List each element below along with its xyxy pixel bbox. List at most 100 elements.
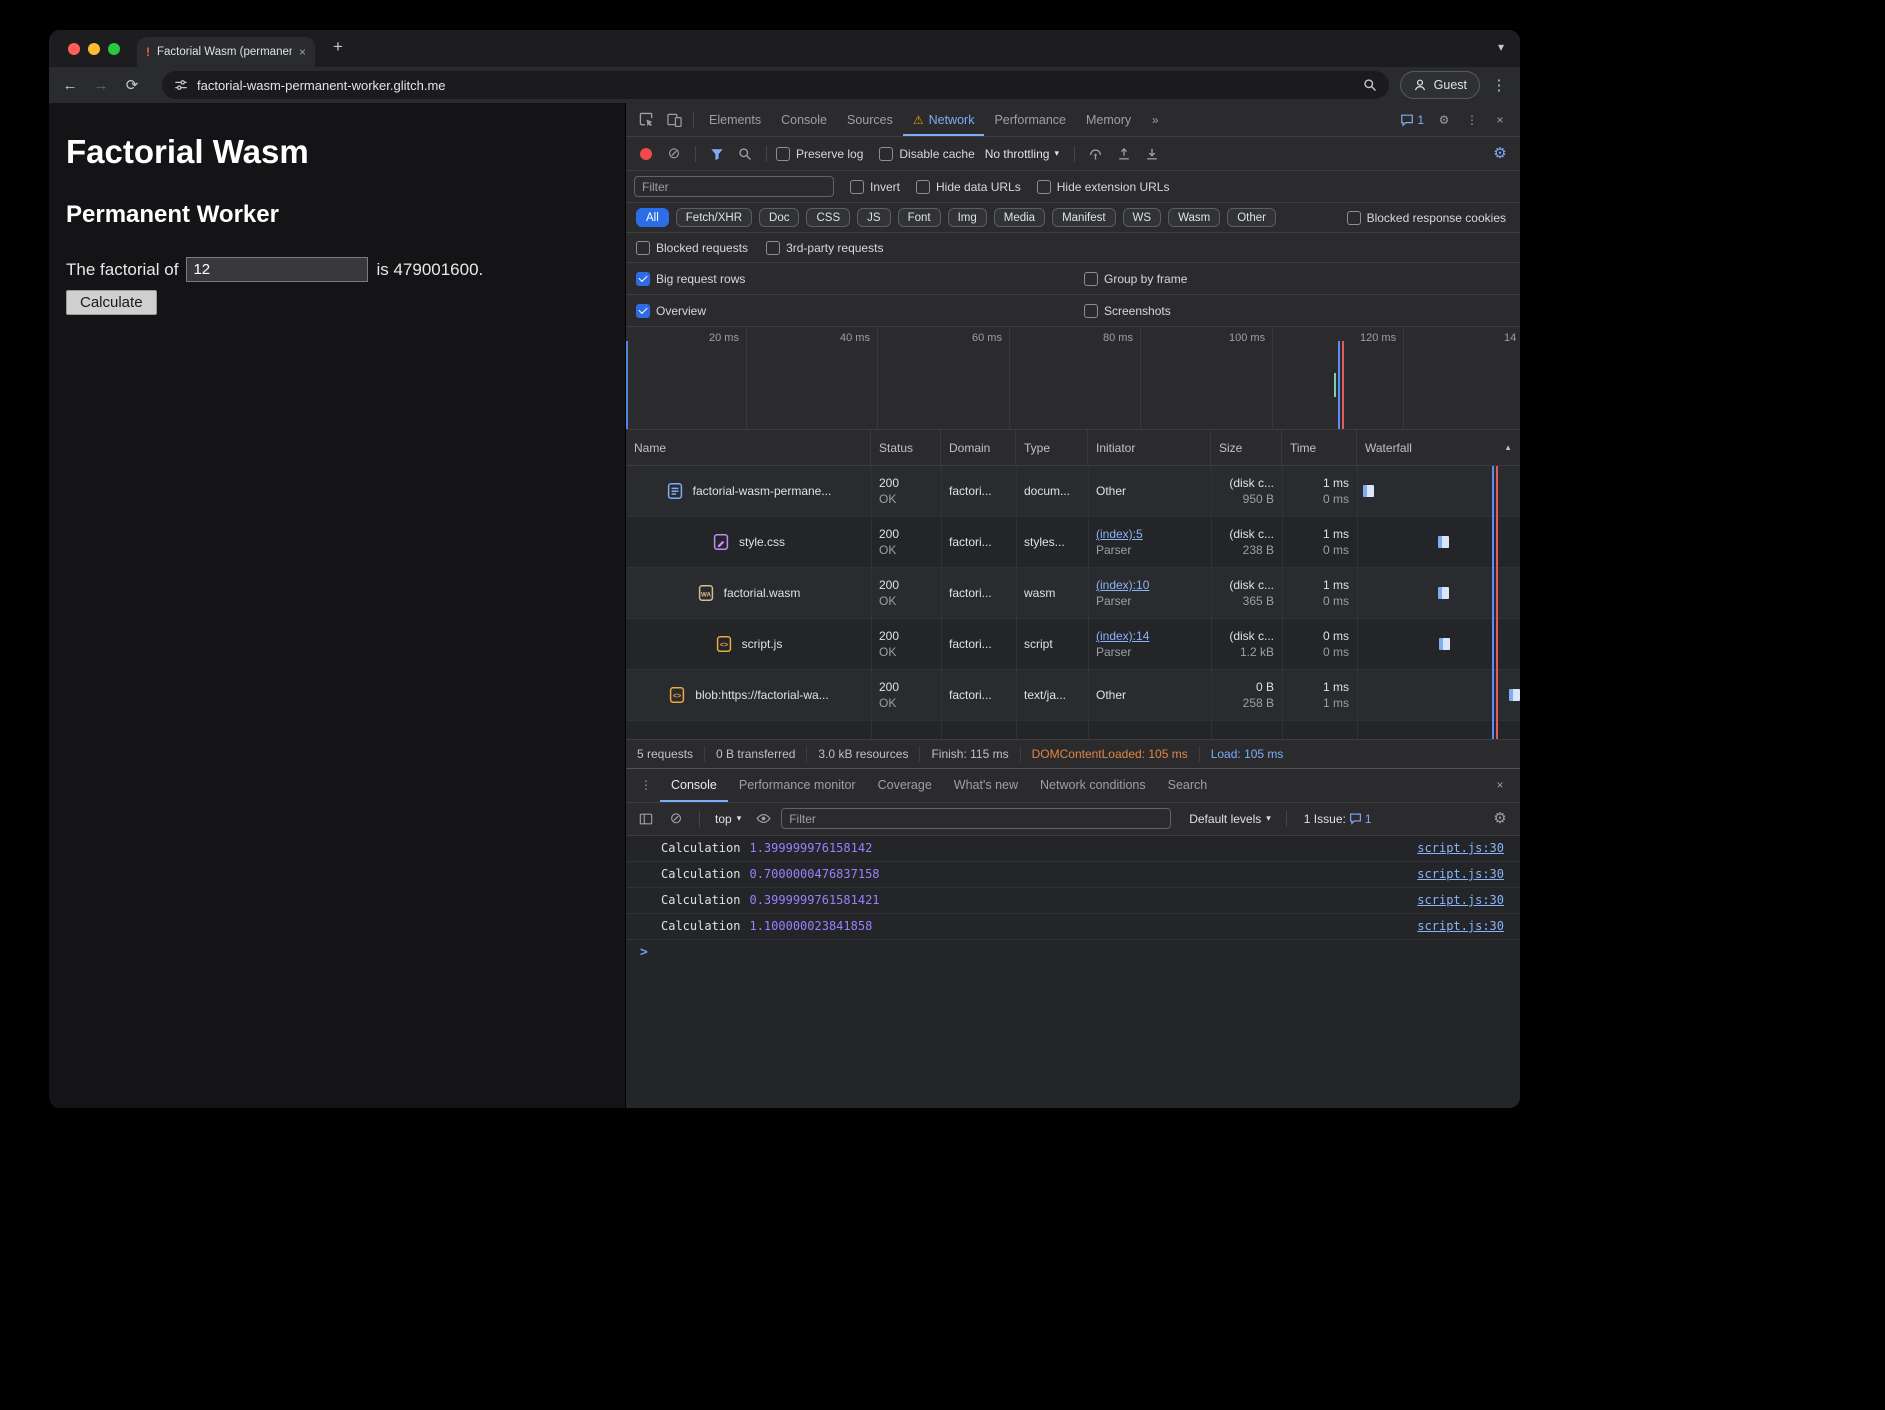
- console-filter-input[interactable]: [781, 808, 1171, 829]
- import-har-icon[interactable]: [1112, 142, 1136, 166]
- drawer-tab-performance-monitor[interactable]: Performance monitor: [728, 769, 867, 802]
- export-har-icon[interactable]: [1140, 142, 1164, 166]
- site-settings-icon[interactable]: [174, 78, 188, 92]
- drawer-tab-search[interactable]: Search: [1157, 769, 1219, 802]
- initiator-link[interactable]: (index):5: [1096, 526, 1203, 542]
- network-overview-timeline[interactable]: 20 ms 40 ms 60 ms 80 ms 100 ms 120 ms 14: [626, 327, 1520, 430]
- traffic-light-close[interactable]: [68, 43, 80, 55]
- initiator-link[interactable]: (index):10: [1096, 577, 1203, 593]
- filter-chip-other[interactable]: Other: [1227, 208, 1276, 227]
- console-sidebar-icon[interactable]: [634, 807, 658, 831]
- filter-chip-fetch-xhr[interactable]: Fetch/XHR: [676, 208, 752, 227]
- screenshots-checkbox[interactable]: Screenshots: [1084, 304, 1171, 318]
- column-header-waterfall[interactable]: Waterfall: [1357, 430, 1520, 465]
- execution-context-select[interactable]: top: [711, 812, 745, 826]
- eye-icon[interactable]: [751, 807, 775, 831]
- factorial-input[interactable]: [186, 257, 368, 282]
- hide-data-urls-checkbox[interactable]: Hide data URLs: [916, 180, 1021, 194]
- blocked-requests-checkbox[interactable]: Blocked requests: [636, 241, 748, 255]
- column-header-size[interactable]: Size: [1211, 430, 1282, 465]
- address-bar[interactable]: factorial-wasm-permanent-worker.glitch.m…: [162, 71, 1389, 99]
- filter-chip-css[interactable]: CSS: [806, 208, 850, 227]
- network-conditions-icon[interactable]: [1084, 142, 1108, 166]
- network-filter-input[interactable]: [634, 176, 834, 197]
- overview-checkbox[interactable]: Overview: [636, 304, 706, 318]
- issues-counter[interactable]: 1 Issue: 1: [1298, 812, 1378, 826]
- column-header-initiator[interactable]: Initiator: [1088, 430, 1211, 465]
- invert-checkbox[interactable]: Invert: [850, 180, 900, 194]
- network-settings-gear-icon[interactable]: [1488, 142, 1512, 166]
- filter-chip-manifest[interactable]: Manifest: [1052, 208, 1115, 227]
- big-request-rows-checkbox[interactable]: Big request rows: [636, 272, 745, 286]
- drawer-tab-whats-new[interactable]: What's new: [943, 769, 1029, 802]
- clear-console-icon[interactable]: [664, 807, 688, 831]
- console-settings-gear-icon[interactable]: [1488, 807, 1512, 831]
- blocked-response-cookies-checkbox[interactable]: Blocked response cookies: [1347, 211, 1506, 225]
- devtools-menu-icon[interactable]: [1458, 107, 1486, 133]
- network-request-row[interactable]: <> script.js 200OK factori... script (in…: [626, 619, 1520, 670]
- browser-menu-icon[interactable]: [1487, 78, 1511, 93]
- tab-memory[interactable]: Memory: [1076, 103, 1141, 136]
- traffic-light-zoom[interactable]: [108, 43, 120, 55]
- tab-console[interactable]: Console: [771, 103, 837, 136]
- hide-extension-urls-checkbox[interactable]: Hide extension URLs: [1037, 180, 1170, 194]
- tab-sources[interactable]: Sources: [837, 103, 903, 136]
- column-header-domain[interactable]: Domain: [941, 430, 1016, 465]
- devtools-close-icon[interactable]: [1486, 107, 1514, 133]
- filter-chip-font[interactable]: Font: [898, 208, 941, 227]
- forward-button[interactable]: [89, 78, 113, 93]
- browser-tab[interactable]: Factorial Wasm (permanent W: [137, 37, 315, 67]
- inspect-element-icon[interactable]: [632, 107, 660, 133]
- column-header-time[interactable]: Time: [1282, 430, 1357, 465]
- filter-chip-js[interactable]: JS: [857, 208, 890, 227]
- console-source-link[interactable]: script.js:30: [1417, 893, 1504, 907]
- profile-button[interactable]: Guest: [1400, 71, 1480, 99]
- filter-chip-media[interactable]: Media: [994, 208, 1045, 227]
- calculate-button[interactable]: Calculate: [66, 290, 157, 315]
- tab-search-icon[interactable]: [1498, 41, 1504, 53]
- tab-elements[interactable]: Elements: [699, 103, 771, 136]
- disable-cache-checkbox[interactable]: Disable cache: [879, 147, 974, 161]
- drawer-tab-coverage[interactable]: Coverage: [867, 769, 943, 802]
- column-header-name[interactable]: Name: [626, 430, 871, 465]
- device-toolbar-icon[interactable]: [660, 107, 688, 133]
- network-request-row[interactable]: <> blob:https://factorial-wa... 200OK fa…: [626, 670, 1520, 721]
- drawer-tab-console[interactable]: Console: [660, 769, 728, 802]
- filter-chip-doc[interactable]: Doc: [759, 208, 799, 227]
- back-button[interactable]: [58, 78, 82, 93]
- tab-network[interactable]: Network: [903, 103, 985, 136]
- tab-performance[interactable]: Performance: [984, 103, 1076, 136]
- console-source-link[interactable]: script.js:30: [1417, 867, 1504, 881]
- devtools-settings-gear-icon[interactable]: [1430, 107, 1458, 133]
- third-party-requests-checkbox[interactable]: 3rd-party requests: [766, 241, 883, 255]
- clear-network-log-icon[interactable]: [662, 142, 686, 166]
- preserve-log-checkbox[interactable]: Preserve log: [776, 147, 863, 161]
- filter-chip-wasm[interactable]: Wasm: [1168, 208, 1220, 227]
- reload-button[interactable]: [120, 78, 144, 93]
- tab-close-icon[interactable]: [299, 46, 306, 58]
- drawer-menu-icon[interactable]: [632, 772, 660, 798]
- console-prompt[interactable]: [626, 940, 1520, 966]
- search-icon[interactable]: [733, 142, 757, 166]
- console-source-link[interactable]: script.js:30: [1417, 841, 1504, 855]
- issues-badge[interactable]: 1: [1394, 113, 1430, 127]
- network-request-row[interactable]: WA factorial.wasm 200OK factori... wasm …: [626, 568, 1520, 619]
- filter-funnel-icon[interactable]: [705, 142, 729, 166]
- console-source-link[interactable]: script.js:30: [1417, 919, 1504, 933]
- new-tab-button[interactable]: [333, 38, 343, 55]
- record-button[interactable]: [634, 142, 658, 166]
- log-levels-select[interactable]: Default levels: [1185, 812, 1275, 826]
- filter-chip-img[interactable]: Img: [948, 208, 987, 227]
- group-by-frame-checkbox[interactable]: Group by frame: [1084, 272, 1187, 286]
- column-header-type[interactable]: Type: [1016, 430, 1088, 465]
- drawer-tab-network-conditions[interactable]: Network conditions: [1029, 769, 1157, 802]
- drawer-close-icon[interactable]: [1486, 772, 1514, 798]
- network-request-row[interactable]: factorial-wasm-permane... 200OK factori.…: [626, 466, 1520, 517]
- initiator-link[interactable]: (index):14: [1096, 628, 1203, 644]
- more-tabs-icon[interactable]: [1141, 107, 1169, 133]
- network-request-row[interactable]: style.css 200OK factori... styles... (in…: [626, 517, 1520, 568]
- column-header-status[interactable]: Status: [871, 430, 941, 465]
- traffic-light-minimize[interactable]: [88, 43, 100, 55]
- filter-chip-ws[interactable]: WS: [1123, 208, 1162, 227]
- throttling-select[interactable]: No throttling: [979, 147, 1065, 161]
